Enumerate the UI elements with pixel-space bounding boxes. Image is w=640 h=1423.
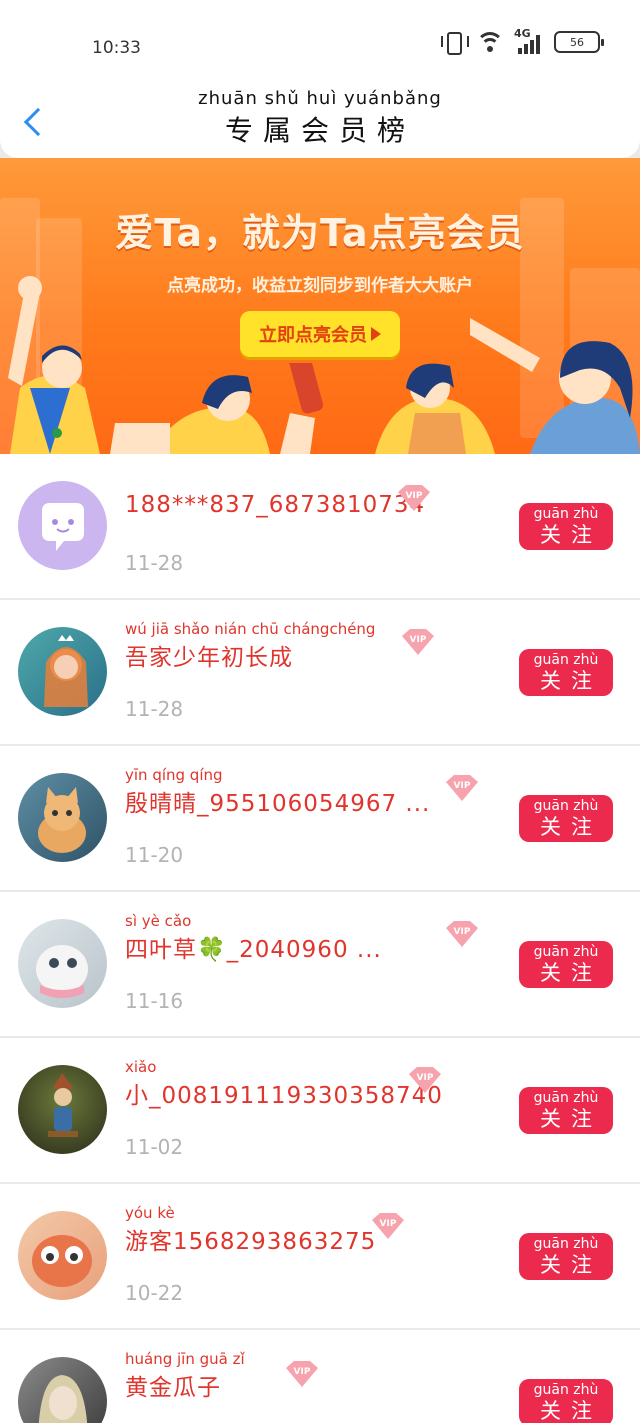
follow-button-label: 关注 (540, 815, 602, 839)
member-date: 10-22 (125, 1281, 184, 1305)
follow-button-label: 关注 (540, 669, 602, 693)
pointing-person-illustration (470, 318, 640, 454)
app-header: 10:33 4G 56 zhuān shǔ huì yuánbǎng 专属会员榜 (0, 0, 640, 158)
avatar (18, 773, 107, 862)
follow-button[interactable]: guān zhù 关注 (519, 795, 613, 842)
member-date: 11-02 (125, 1135, 184, 1159)
member-name[interactable]: wú jiā shǎo nián chū chángchéng 吾家少年初长成 (125, 620, 375, 672)
default-avatar-icon (42, 503, 84, 551)
list-item[interactable]: huáng jīn guā zǐ 黄金瓜子 VIP 10-19 guān zhù… (0, 1330, 640, 1423)
vip-badge-icon: VIP (446, 775, 478, 801)
light-up-vip-label: 立即点亮会员 (259, 325, 367, 346)
avatar (18, 1357, 107, 1423)
vip-badge-icon: VIP (372, 1213, 404, 1239)
member-name-pinyin: yīn qíng qíng (125, 766, 223, 784)
follow-button[interactable]: guān zhù 关注 (519, 1087, 613, 1134)
follow-button-pinyin: guān zhù (533, 1090, 599, 1106)
member-ranking-list: 188***837_6873810734 VIP 11-28 guān zhù … (0, 454, 640, 1423)
cheering-person-illustration (8, 276, 100, 454)
follow-button-label: 关注 (540, 523, 602, 547)
vip-badge-icon: VIP (286, 1361, 318, 1387)
follow-button-pinyin: guān zhù (533, 944, 599, 960)
list-item[interactable]: xiǎo 小_008191119330358740 VIP 11-02 guān… (0, 1038, 640, 1182)
member-name-text: 黄金瓜子 (125, 1375, 221, 1401)
member-name-pinyin (125, 474, 425, 492)
member-name[interactable]: sì yè cǎo 四叶草🍀_2040960 ... (125, 912, 382, 964)
member-name-text: 小_008191119330358740 (125, 1083, 443, 1109)
vip-badge-icon: VIP (409, 1067, 441, 1093)
vip-badge-text: VIP (406, 491, 423, 501)
play-arrow-icon (371, 327, 381, 341)
list-item[interactable]: 188***837_6873810734 VIP 11-28 guān zhù … (0, 454, 640, 598)
member-name-pinyin: sì yè cǎo (125, 912, 192, 930)
status-time: 10:33 (92, 38, 141, 58)
page-title-pinyin: zhuān shǔ huì yuánbǎng (198, 88, 442, 109)
vip-badge-text: VIP (417, 1073, 434, 1083)
list-item[interactable]: sì yè cǎo 四叶草🍀_2040960 ... VIP 11-16 guā… (0, 892, 640, 1036)
follow-button-label: 关注 (540, 1107, 602, 1131)
vip-badge-icon: VIP (402, 629, 434, 655)
member-name-pinyin: huáng jīn guā zǐ (125, 1350, 245, 1368)
member-name-pinyin: wú jiā shǎo nián chū chángchéng (125, 620, 376, 638)
vip-badge-text: VIP (454, 927, 471, 937)
page-title: zhuān shǔ huì yuánbǎng 专属会员榜 (0, 88, 640, 149)
avatar (18, 627, 107, 716)
vip-badge-icon: VIP (398, 485, 430, 511)
follow-button-label: 关注 (540, 961, 602, 985)
member-name-text: 游客1568293863275 (125, 1229, 377, 1255)
follow-button-pinyin: guān zhù (533, 506, 599, 522)
avatar (18, 919, 107, 1008)
follow-button-pinyin: guān zhù (533, 798, 599, 814)
follow-button[interactable]: guān zhù 关注 (519, 1379, 613, 1423)
vip-badge-text: VIP (410, 635, 427, 645)
avatar (18, 1211, 107, 1300)
avatar (18, 481, 107, 570)
member-date: 11-28 (125, 697, 184, 721)
vip-badge-text: VIP (294, 1367, 311, 1377)
signal-icon: 4G (514, 27, 544, 54)
follow-button[interactable]: guān zhù 关注 (519, 503, 613, 550)
cheering-person-illustration (110, 363, 324, 454)
member-name-pinyin: yóu kè (125, 1204, 175, 1222)
vip-badge-text: VIP (380, 1219, 397, 1229)
banner-title: 爱Ta，就为Ta点亮会员 (115, 211, 525, 255)
wifi-icon (476, 30, 504, 54)
follow-button-pinyin: guān zhù (533, 1382, 599, 1398)
member-date: 11-28 (125, 551, 184, 575)
member-name-text: 四叶草🍀_2040960 ... (125, 937, 382, 963)
vibrate-icon (440, 30, 469, 55)
member-date: 11-16 (125, 989, 184, 1013)
member-name-pinyin: xiǎo (125, 1058, 157, 1076)
list-item[interactable]: yóu kè 游客1568293863275 VIP 10-22 guān zh… (0, 1184, 640, 1328)
follow-button-pinyin: guān zhù (533, 1236, 599, 1252)
list-item[interactable]: wú jiā shǎo nián chū chángchéng 吾家少年初长成 … (0, 600, 640, 744)
vip-badge-text: VIP (454, 781, 471, 791)
avatar (18, 1065, 107, 1154)
member-date: 11-20 (125, 843, 184, 867)
member-name[interactable]: huáng jīn guā zǐ 黄金瓜子 (125, 1350, 245, 1402)
page-title-text: 专属会员榜 (224, 114, 415, 147)
battery-level: 56 (570, 35, 584, 49)
follow-button-label: 关注 (540, 1399, 602, 1423)
follow-button-label: 关注 (540, 1253, 602, 1277)
member-name[interactable]: xiǎo 小_008191119330358740 (125, 1058, 443, 1110)
light-up-vip-button[interactable]: 立即点亮会员 (240, 311, 400, 357)
list-item[interactable]: yīn qíng qíng 殷晴晴_955106054967 ... VIP 1… (0, 746, 640, 890)
vip-promo-banner[interactable]: 爱Ta，就为Ta点亮会员 点亮成功，收益立刻同步到作者大大账户 立即点亮会员 (0, 158, 640, 454)
member-name-text: 殷晴晴_955106054967 ... (125, 791, 431, 817)
member-name[interactable]: yóu kè 游客1568293863275 (125, 1204, 376, 1256)
battery-icon: 56 (554, 31, 604, 53)
follow-button[interactable]: guān zhù 关注 (519, 941, 613, 988)
status-icons: 4G 56 (440, 27, 604, 55)
follow-button[interactable]: guān zhù 关注 (519, 649, 613, 696)
member-name-text: 吾家少年初长成 (125, 645, 293, 671)
member-name-text: 188***837_6873810734 (125, 492, 426, 518)
follow-button[interactable]: guān zhù 关注 (519, 1233, 613, 1280)
member-name[interactable]: 188***837_6873810734 (125, 474, 425, 518)
vip-badge-icon: VIP (446, 921, 478, 947)
follow-button-pinyin: guān zhù (533, 652, 599, 668)
member-name[interactable]: yīn qíng qíng 殷晴晴_955106054967 ... (125, 766, 430, 818)
